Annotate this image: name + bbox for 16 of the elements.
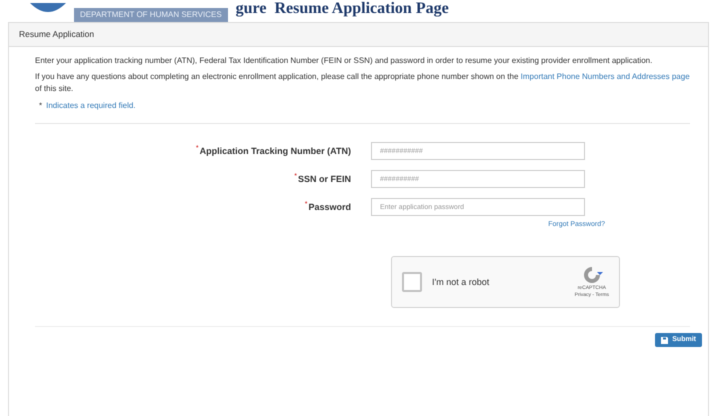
help-text: If you have any questions about completing an electronic enrollment application, please call the appropriate phone number shown on the Important Phone Numbers and Addresses page of this site. [35, 71, 690, 95]
field-label: Password [308, 200, 351, 214]
logo-icon [30, 3, 66, 12]
agency-banner: DEPARTMENT OF HUMAN SERVICES [74, 8, 228, 22]
phone-numbers-link[interactable]: Important Phone Numbers and Addresses page [520, 72, 690, 82]
required-note: Indicates a required field. [46, 100, 136, 112]
required-asterisk: * [39, 100, 42, 112]
save-icon [661, 336, 668, 344]
captcha-label: I'm not a robot [432, 276, 490, 289]
captcha-checkbox[interactable] [402, 272, 422, 292]
figure-caption: Resume Application Page [274, 0, 449, 18]
instructions: Enter your application tracking number (ATN), Federal Tax Identification Number (FEIN or SSN) and password in order to resume your existing provider enrollment application. [35, 54, 654, 66]
field-label: Application Tracking Number (ATN) [200, 144, 351, 158]
panel-title: Resume Application [9, 23, 708, 47]
figure-caption: gure [236, 0, 266, 18]
field-label: SSN or FEIN [298, 172, 351, 186]
